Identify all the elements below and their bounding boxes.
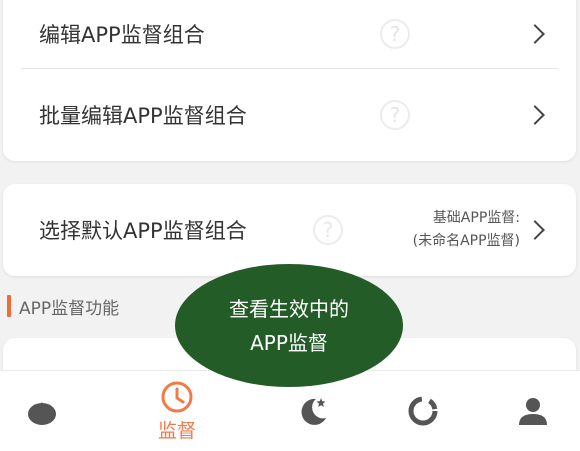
default-group-value: 基础APP监督: (未命名APP监督) [413, 207, 520, 253]
section-title: APP监督功能 [19, 298, 120, 319]
settings-card-default: 选择默认APP监督组合 ? 基础APP监督: (未命名APP监督) [3, 184, 576, 276]
edit-app-group-label: 编辑APP监督组合 [39, 23, 205, 47]
tomato-icon [28, 402, 56, 425]
chevron-right-icon [525, 24, 545, 44]
select-default-app-group-row[interactable]: 选择默认APP监督组合 ? 基础APP监督: (未命名APP监督) [3, 184, 576, 276]
batch-edit-app-group-row[interactable]: 批量编辑APP监督组合 ? [3, 69, 576, 161]
help-icon[interactable]: ? [380, 19, 410, 49]
toast-line2: APP监督 [250, 330, 328, 355]
tab-supervise[interactable]: 监督 [119, 371, 235, 451]
settings-card-top: 编辑APP监督组合 ? 批量编辑APP监督组合 ? [3, 0, 576, 161]
moon-star-icon [301, 398, 326, 425]
batch-edit-app-group-label: 批量编辑APP监督组合 [39, 104, 247, 128]
default-group-value-line1: 基础APP监督: [432, 210, 520, 226]
select-default-app-group-label: 选择默认APP监督组合 [39, 219, 247, 243]
ring-chart-icon [408, 396, 438, 426]
toast-line1: 查看生效中的 [229, 296, 349, 321]
tab-supervise-label: 监督 [157, 419, 196, 442]
section-accent-bar [7, 295, 11, 317]
clock-icon [161, 381, 193, 412]
chevron-right-icon [525, 220, 545, 240]
default-group-value-line2: (未命名APP监督) [412, 233, 520, 249]
tab-stats[interactable] [365, 371, 481, 451]
person-icon [519, 398, 547, 425]
tab-tomato[interactable] [0, 371, 100, 451]
section-header: APP监督功能 [7, 292, 119, 320]
help-icon[interactable]: ? [313, 215, 343, 245]
help-icon[interactable]: ? [380, 100, 410, 130]
toast-bubble[interactable]: 查看生效中的 APP监督 [175, 264, 403, 387]
chevron-right-icon [525, 105, 545, 125]
tab-profile[interactable] [475, 371, 580, 451]
